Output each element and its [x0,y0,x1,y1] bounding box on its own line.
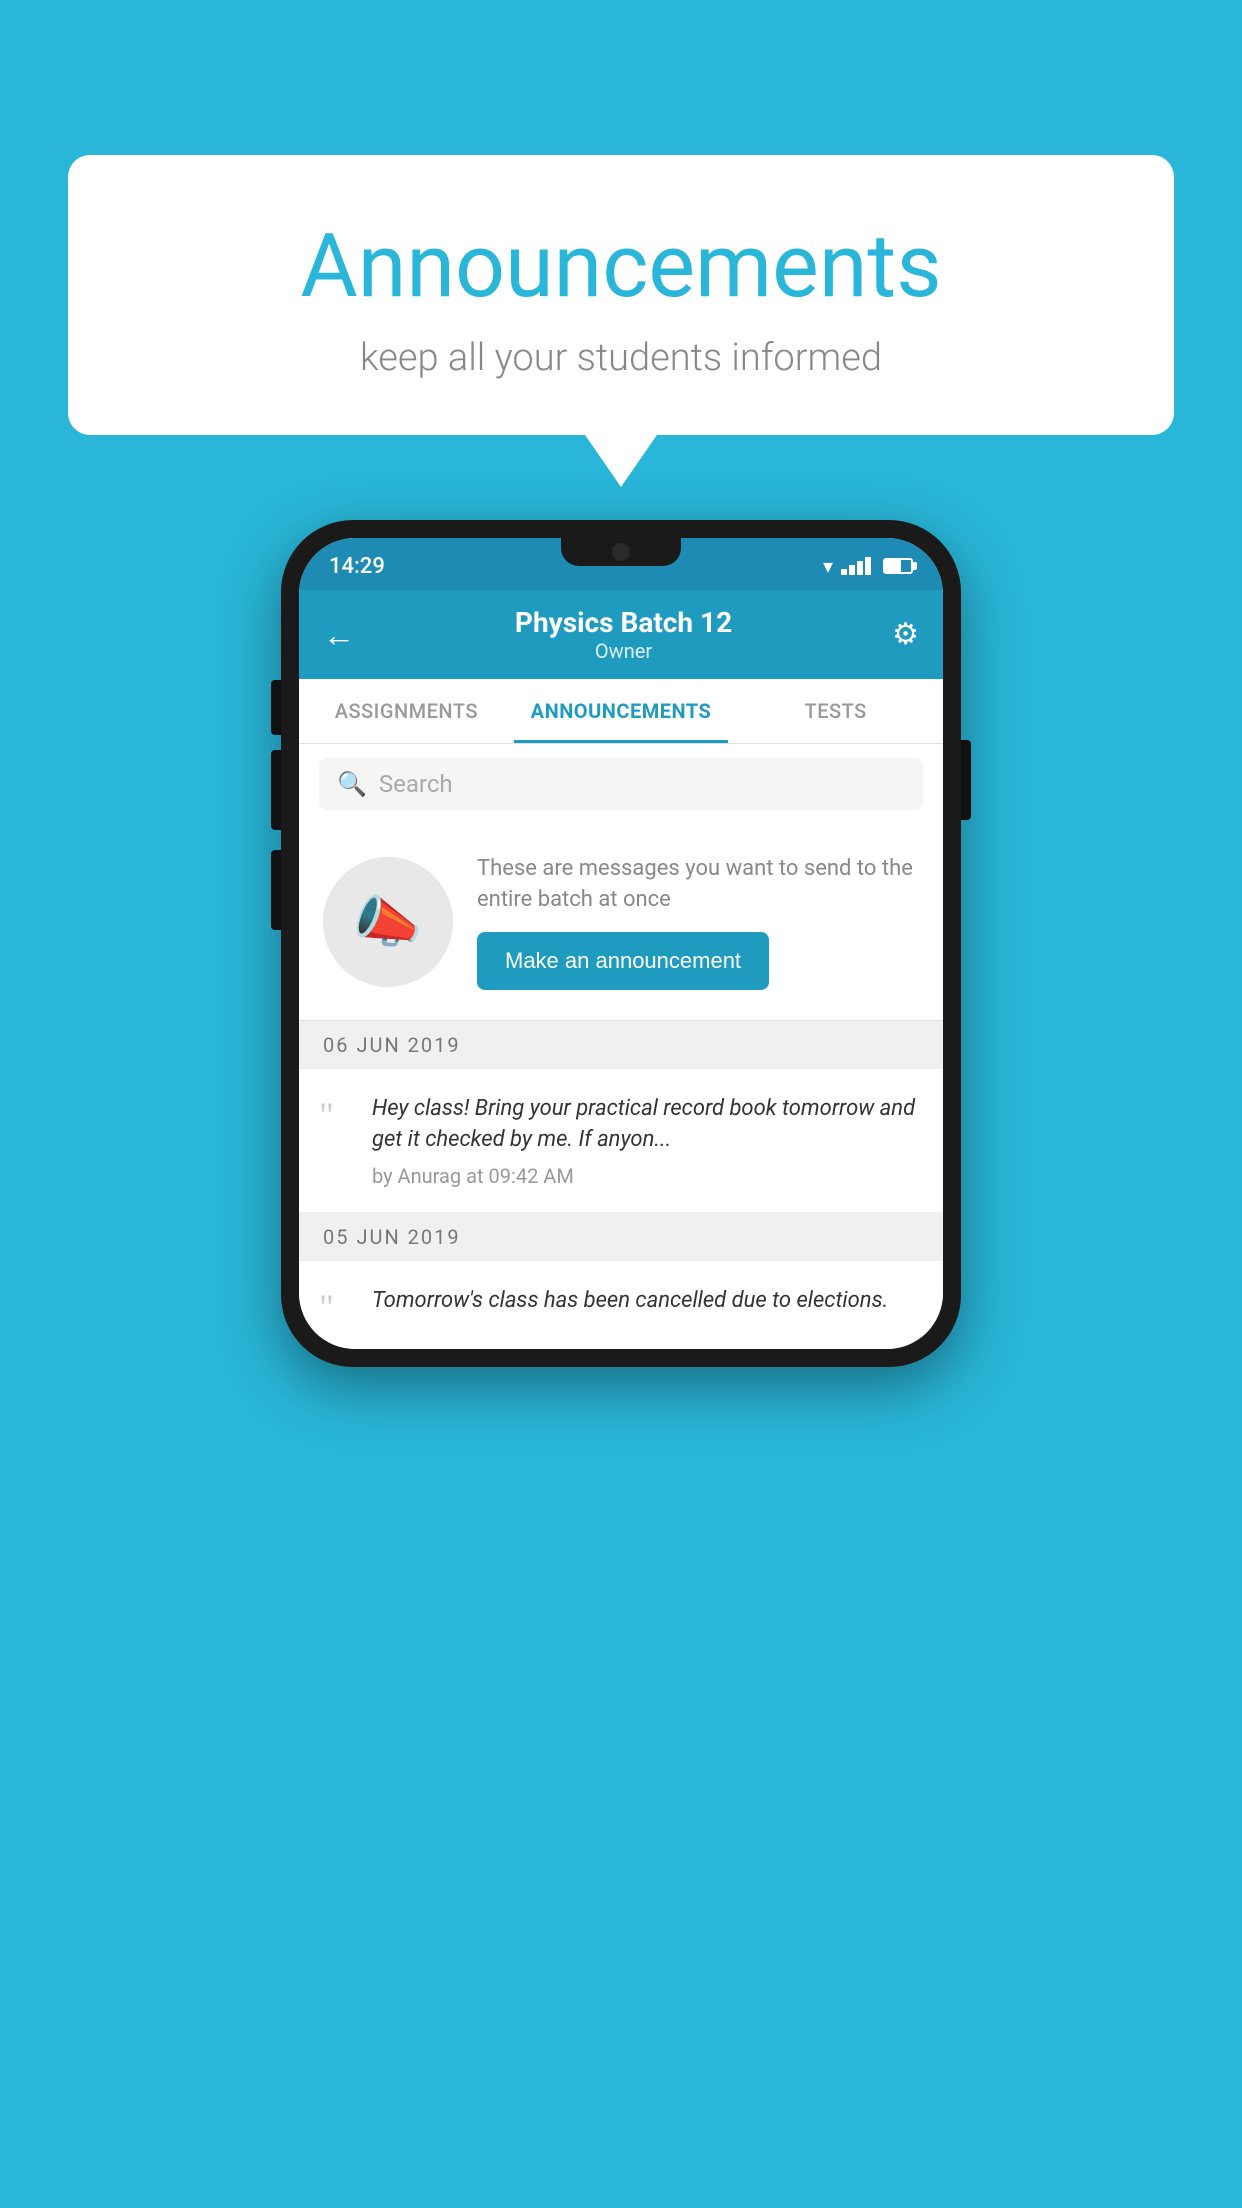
phone-screen: 14:29 ▾ ← Phys [299,538,943,1349]
announcement-text-1: Hey class! Bring your practical record b… [372,1093,919,1189]
status-icons: ▾ [823,554,913,578]
promo-content: These are messages you want to send to t… [477,854,919,990]
bubble-subtitle: keep all your students informed [118,336,1124,380]
phone-btn-power [961,740,971,820]
announcement-message-2: Tomorrow's class has been cancelled due … [372,1285,919,1317]
tab-announcements[interactable]: ANNOUNCEMENTS [514,679,729,743]
bubble-title: Announcements [118,215,1124,318]
back-button[interactable]: ← [323,616,355,654]
announcement-promo: 📣 These are messages you want to send to… [299,824,943,1021]
speech-bubble-section: Announcements keep all your students inf… [68,155,1174,435]
status-time: 14:29 [329,554,385,579]
tab-assignments[interactable]: ASSIGNMENTS [299,679,514,743]
speech-bubble-card: Announcements keep all your students inf… [68,155,1174,435]
search-bar[interactable]: 🔍 Search [319,758,923,810]
promo-description: These are messages you want to send to t… [477,854,919,916]
announcement-item-1[interactable]: " Hey class! Bring your practical record… [299,1069,943,1214]
promo-icon-circle: 📣 [323,857,453,987]
date-separator-2: 05 JUN 2019 [299,1213,943,1261]
gear-icon[interactable]: ⚙ [892,617,919,652]
wifi-icon: ▾ [823,554,833,578]
date-separator-1: 06 JUN 2019 [299,1021,943,1069]
quote-icon-wrap-2: " [299,1285,354,1325]
announcement-message-1: Hey class! Bring your practical record b… [372,1093,919,1157]
header-subtitle: Owner [515,639,732,663]
tab-tests[interactable]: TESTS [728,679,943,743]
battery-icon [883,558,913,574]
phone-btn-vol-down [271,850,281,930]
phone-mockup: 14:29 ▾ ← Phys [281,520,961,1367]
phone-camera [612,543,630,561]
search-container: 🔍 Search [299,744,943,824]
search-input[interactable]: Search [379,770,453,798]
phone-notch [561,538,681,566]
search-icon: 🔍 [337,770,367,798]
quote-icon-2: " [319,1289,334,1325]
header-title-group: Physics Batch 12 Owner [515,606,732,663]
phone-btn-mute [271,680,281,735]
quote-icon: " [319,1097,334,1189]
announcement-text-2: Tomorrow's class has been cancelled due … [372,1285,919,1325]
signal-icon [841,557,871,575]
phone-outer-frame: 14:29 ▾ ← Phys [281,520,961,1367]
quote-icon-wrap: " [299,1093,354,1189]
header-title: Physics Batch 12 [515,606,732,639]
phone-btn-vol-up [271,750,281,830]
tabs-bar: ASSIGNMENTS ANNOUNCEMENTS TESTS [299,679,943,744]
make-announcement-button[interactable]: Make an announcement [477,932,769,990]
announcement-meta-1: by Anurag at 09:42 AM [372,1164,919,1188]
announcement-item-2[interactable]: " Tomorrow's class has been cancelled du… [299,1261,943,1349]
megaphone-icon: 📣 [353,889,423,955]
app-header: ← Physics Batch 12 Owner ⚙ [299,590,943,679]
